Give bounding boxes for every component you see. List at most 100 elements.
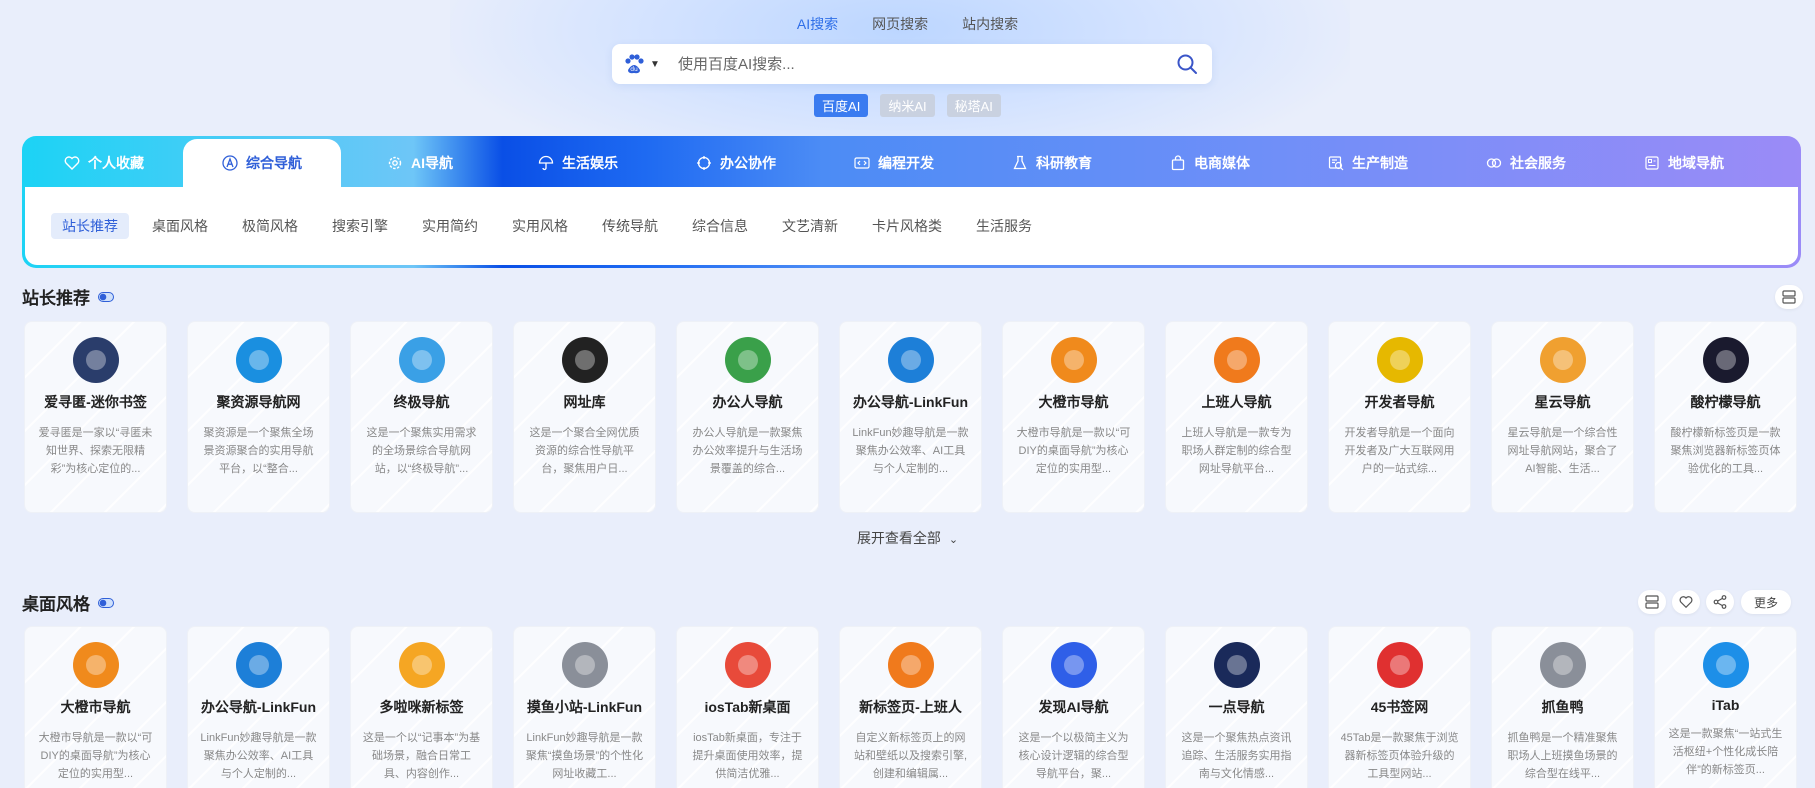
sub-life-services[interactable]: 生活服务 [965,213,1043,239]
chip-baidu-ai[interactable]: 百度AI [814,94,869,117]
site-card[interactable]: 多啦咪新标签这是一个以“记事本”为基础场景，融合日常工具、内容创作... [350,626,493,788]
site-card[interactable]: 办公导航-LinkFun LinkFun妙趣导航是一款聚焦办公效率、AI工具与个人… [839,321,982,513]
site-card-name: 大橙市导航 [60,699,131,715]
tab-research-education[interactable]: 科研教育 [973,139,1131,187]
layout-toggle-button[interactable] [1775,285,1803,309]
category-tabs: 个人收藏 综合导航 AI导航 生活娱乐 办公协作 编程开发 科研教育 电商媒体 [25,139,1798,187]
tab-programming[interactable]: 编程开发 [815,139,973,187]
site-card-name: 一点导航 [1208,699,1265,715]
site-logo-icon [1702,337,1749,383]
site-card-desc: LinkFun妙趣导航是一款聚焦办公效率、AI工具与个人定制的... [200,732,317,780]
subcategory-bar: 站长推荐 桌面风格 极简风格 搜索引擎 实用简约 实用风格 传统导航 综合信息 … [25,187,1798,265]
category-panel: 个人收藏 综合导航 AI导航 生活娱乐 办公协作 编程开发 科研教育 电商媒体 [22,136,1801,268]
site-card[interactable]: 星云导航 星云导航是一个综合性网址导航网站，聚合了AI智能、生活... [1491,321,1634,513]
site-card-name: iTab [1711,697,1740,713]
sub-practical-simple[interactable]: 实用简约 [411,213,489,239]
site-card-desc: 办公人导航是一款聚焦办公效率提升与生活场景覆盖的综合... [692,427,803,475]
site-card-desc: 酸柠檬新标签页是一款聚焦浏览器新标签页体验优化的工具... [1670,427,1781,475]
expand-all-button[interactable]: 展开查看全部 ⌄ [0,528,1815,548]
toggle-icon[interactable] [98,597,114,608]
chip-nano-ai[interactable]: 纳米AI [880,94,935,117]
tab-social-services[interactable]: 社会服务 [1447,139,1605,187]
site-logo-icon [1213,642,1260,688]
sub-desktop-style[interactable]: 桌面风格 [141,213,219,239]
site-card[interactable]: 爱寻匿-迷你书签 爱寻匿是一家以“寻匿未知世界、探索无限精彩”为核心定位的... [24,321,167,513]
site-logo-icon [724,642,771,688]
site-card[interactable]: 网址库 这是一个聚合全网优质资源的综合性导航平台，聚焦用户日... [513,321,656,513]
site-card[interactable]: 开发者导航 开发者导航是一个面向开发者及广大互联网用户的一站式综... [1328,321,1471,513]
tab-general-nav[interactable]: 综合导航 [183,139,341,187]
tab-life-entertainment[interactable]: 生活娱乐 [499,139,657,187]
tab-office-collab[interactable]: 办公协作 [657,139,815,187]
site-card[interactable]: 上班人导航 上班人导航是一款专为职场人群定制的综合型网址导航平台... [1165,321,1308,513]
tab-manufacturing[interactable]: 生产制造 [1289,139,1447,187]
site-logo-icon [1702,642,1749,688]
site-card[interactable]: 摸鱼小站-LinkFun LinkFun妙趣导航是一款聚焦“摸鱼场景”的个性化网址… [513,626,656,788]
site-card-name: 聚资源导航网 [216,394,301,410]
heart-icon [64,156,80,170]
sub-literary-fresh[interactable]: 文艺清新 [771,213,849,239]
code-icon [854,157,870,169]
sub-minimal-style[interactable]: 极简风格 [231,213,309,239]
engine-selector[interactable]: du ▼ [612,44,670,84]
site-card[interactable]: 办公导航-LinkFun LinkFun妙趣导航是一款聚焦办公效率、AI工具与个人… [187,626,330,788]
layout-toggle-button[interactable] [1638,590,1666,614]
tab-ai-nav[interactable]: AI导航 [341,139,499,187]
site-card-desc: 这是一个聚焦热点资讯追踪、生活服务实用指南与文化情感... [1181,732,1292,780]
site-logo-icon [724,337,771,383]
sub-practical-style[interactable]: 实用风格 [501,213,579,239]
share-button[interactable] [1706,590,1734,614]
sub-card-style[interactable]: 卡片风格类 [861,213,953,239]
sub-traditional-nav[interactable]: 传统导航 [591,213,669,239]
site-logo-icon [1050,642,1097,688]
site-card-desc: 聚资源是一个聚焦全场景资源聚合的实用导航平台，以“整合... [203,427,314,475]
site-card[interactable]: 发现AI导航 这是一个以极简主义为核心设计逻辑的综合型导航平台，聚... [1002,626,1145,788]
site-card-desc: 这是一个以极简主义为核心设计逻辑的综合型导航平台，聚... [1018,732,1129,780]
favorite-button[interactable] [1672,590,1700,614]
site-card-name: 新标签页-上班人 [859,699,962,715]
tab-ecommerce-media[interactable]: 电商媒体 [1131,139,1289,187]
site-card[interactable]: 新标签页-上班人 自定义新标签页上的网站和壁纸以及搜索引擎,创建和编辑属... [839,626,982,788]
site-card[interactable]: 大橙市导航 大橙市导航是一款以“可DIY的桌面导航”为核心定位的实用型... [1002,321,1145,513]
tab-regional-nav[interactable]: 地域导航 [1605,139,1763,187]
tab-site-search[interactable]: 站内搜索 [962,14,1018,34]
site-card[interactable]: 45书签网 45Tab是一款聚焦于浏览器新标签页体验升级的工具型网站... [1328,626,1471,788]
site-card-name: 多啦咪新标签 [379,699,464,715]
site-card[interactable]: 一点导航这是一个聚焦热点资讯追踪、生活服务实用指南与文化情感... [1165,626,1308,788]
site-card-desc: 开发者导航是一个面向开发者及广大互联网用户的一站式综... [1344,427,1455,475]
more-button[interactable]: 更多 [1741,590,1792,614]
ai-engine-chips: 百度AI 纳米AI 秘塔AI [0,94,1815,117]
toggle-icon[interactable] [98,291,114,302]
tab-web-search[interactable]: 网页搜索 [872,14,928,34]
sub-general-info[interactable]: 综合信息 [681,213,759,239]
site-card-desc: 抓鱼鸭是一个精准聚焦职场人上班摸鱼场景的综合型在线平... [1507,732,1618,780]
site-card-name: 终极导航 [393,394,450,410]
tab-ai-search[interactable]: AI搜索 [797,14,838,34]
search-input[interactable] [670,55,1162,73]
site-card-desc: 这是一个聚焦实用需求的全场景综合导航网站，以“终极导航”... [366,427,477,475]
share-icon [1713,595,1727,609]
search-button[interactable] [1162,44,1212,84]
sub-webmaster-picks[interactable]: 站长推荐 [51,213,129,239]
site-card[interactable]: 大橙市导航 大橙市导航是一款以“可DIY的桌面导航”为核心定位的实用型... [24,626,167,788]
site-card[interactable]: iosTab新桌面 iosTab新桌面，专注于提升桌面使用效率，提供简洁优雅... [676,626,819,788]
site-card[interactable]: 终极导航这是一个聚焦实用需求的全场景综合导航网站，以“终极导航”... [350,321,493,513]
svg-text:du: du [630,66,638,73]
site-logo-icon [398,337,445,383]
site-card-desc: LinkFun妙趣导航是一款聚焦办公效率、AI工具与个人定制的... [852,427,969,475]
site-card-desc: iosTab新桌面，专注于提升桌面使用效率，提供简洁优雅... [692,732,803,780]
site-card[interactable]: 聚资源导航网聚资源是一个聚焦全场景资源聚合的实用导航平台，以“整合... [187,321,330,513]
site-card-desc: 爱寻匿是一家以“寻匿未知世界、探索无限精彩”为核心定位的... [38,427,153,475]
heart-icon [1679,596,1693,609]
site-card[interactable]: 办公人导航 办公人导航是一款聚焦办公效率提升与生活场景覆盖的综合... [676,321,819,513]
chip-mita-ai[interactable]: 秘塔AI [946,94,1001,117]
site-card-desc: 大橙市导航是一款以“可DIY的桌面导航”为核心定位的实用型... [1016,427,1131,475]
site-card[interactable]: iTab 这是一款聚焦“一站式生活枢纽+个性化成长陪伴”的新标签页... [1654,626,1797,788]
site-card[interactable]: 抓鱼鸭 抓鱼鸭是一个精准聚焦职场人上班摸鱼场景的综合型在线平... [1491,626,1634,788]
site-logo-icon [887,642,934,688]
site-card-name: 摸鱼小站-LinkFun [526,699,643,715]
site-card-desc: 这是一个以“记事本”为基础场景，融合日常工具、内容创作... [362,732,481,780]
sub-search-engine[interactable]: 搜索引擎 [321,213,399,239]
site-card[interactable]: 酸柠檬导航 酸柠檬新标签页是一款聚焦浏览器新标签页体验优化的工具... [1654,321,1797,513]
tab-personal-favorites[interactable]: 个人收藏 [25,139,183,187]
